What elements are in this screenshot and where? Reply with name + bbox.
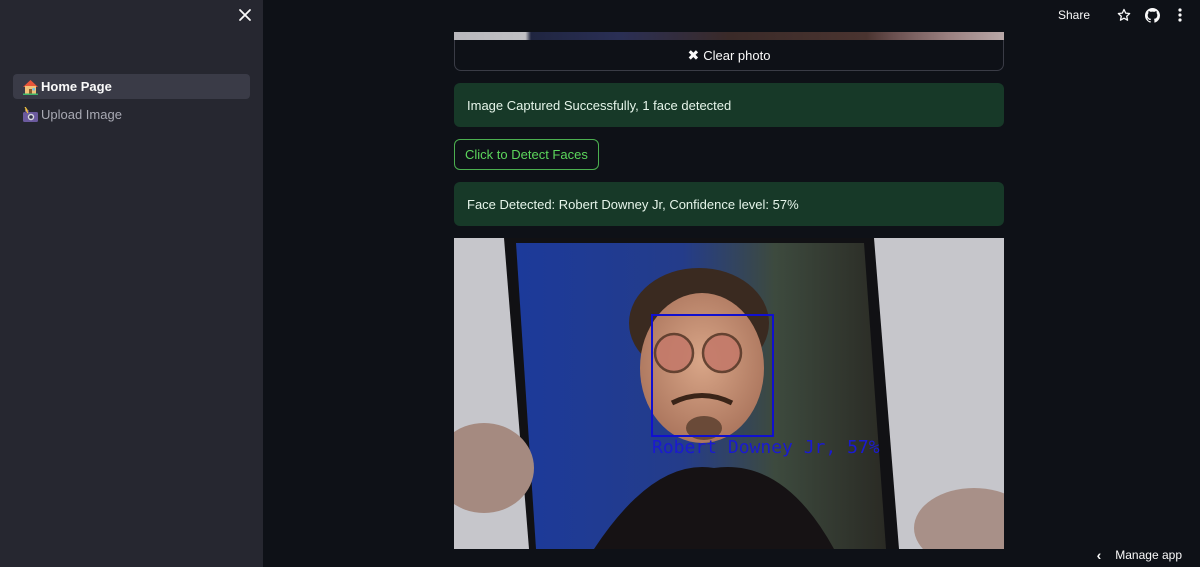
- kebab-menu-icon[interactable]: [1172, 7, 1188, 23]
- star-icon[interactable]: [1116, 7, 1132, 23]
- chevron-left-icon: ‹: [1096, 547, 1102, 563]
- detect-faces-button[interactable]: Click to Detect Faces: [454, 139, 599, 170]
- camera-flash-emoji-icon: [21, 106, 39, 123]
- capture-success-alert: Image Captured Successfully, 1 face dete…: [454, 83, 1004, 127]
- sidebar-item-label: Home Page: [41, 79, 112, 94]
- github-icon[interactable]: [1144, 7, 1160, 23]
- manage-app-button[interactable]: ‹ Manage app: [1097, 547, 1182, 563]
- manage-app-label: Manage app: [1115, 548, 1182, 562]
- detection-result-text: Face Detected: Robert Downey Jr, Confide…: [467, 196, 799, 212]
- close-icon[interactable]: [236, 7, 254, 25]
- photo-illustration: Robert Downey Jr, 57%: [454, 238, 1004, 549]
- close-icon: ✖: [687, 46, 700, 63]
- sidebar-item-upload-image[interactable]: Upload Image: [13, 102, 250, 127]
- sidebar-item-label: Upload Image: [41, 107, 122, 122]
- main-area: Share ✖ Clear photo Image Captured Succe…: [263, 0, 1200, 567]
- face-label: Robert Downey Jr, 57%: [652, 437, 880, 458]
- capture-status-text: Image Captured Successfully, 1 face dete…: [467, 97, 732, 113]
- app: Home Page Upload Image Share ✖ Clear pho…: [0, 0, 1200, 567]
- clear-photo-button[interactable]: ✖ Clear photo: [454, 40, 1004, 71]
- camera-input-preview: [454, 32, 1004, 40]
- top-toolbar: Share: [1058, 0, 1200, 30]
- sidebar: Home Page Upload Image: [0, 0, 263, 567]
- house-emoji-icon: [21, 79, 39, 95]
- share-button[interactable]: Share: [1058, 8, 1090, 22]
- clear-photo-label: Clear photo: [703, 47, 771, 63]
- detection-result-alert: Face Detected: Robert Downey Jr, Confide…: [454, 182, 1004, 226]
- sidebar-item-home-page[interactable]: Home Page: [13, 74, 250, 99]
- detected-face-image: Robert Downey Jr, 57%: [454, 238, 1004, 549]
- sidebar-nav: Home Page Upload Image: [13, 74, 250, 130]
